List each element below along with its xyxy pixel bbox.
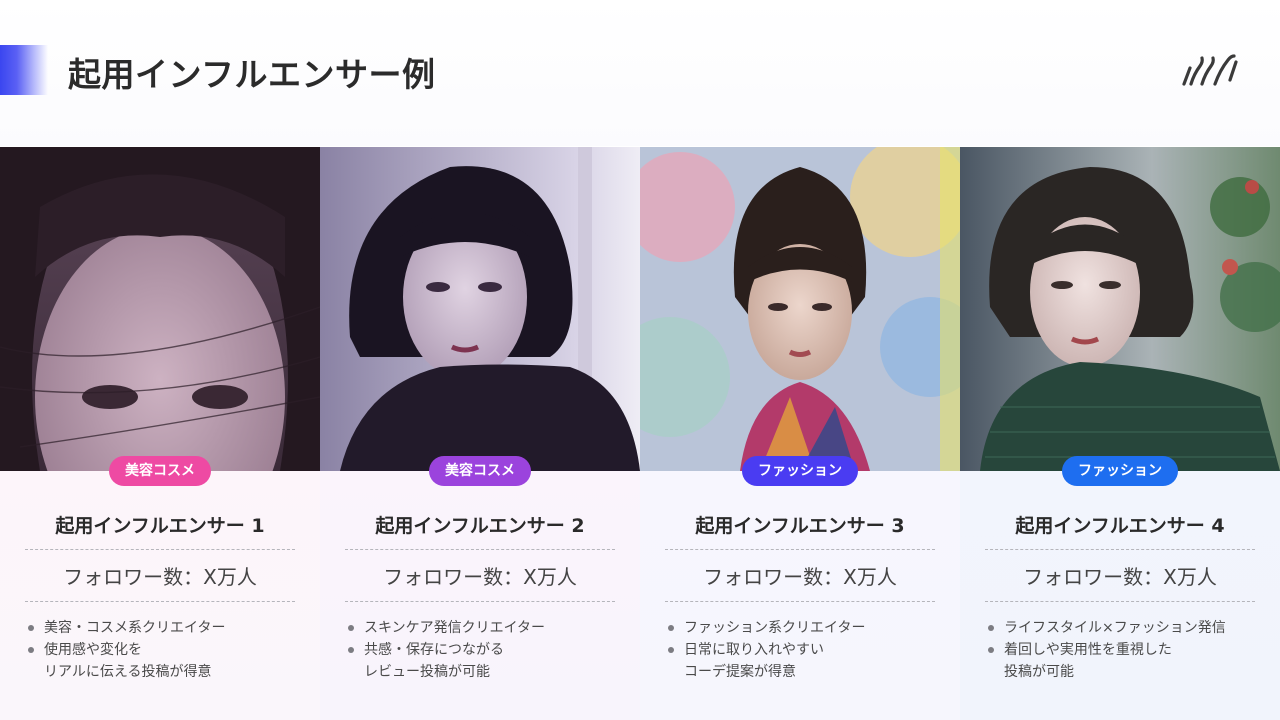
brand-logo-icon <box>1182 54 1238 86</box>
portrait-photo-icon <box>320 147 640 471</box>
follower-count: フォロワー数：X万人 <box>703 565 897 589</box>
influencer-name: 起用インフルエンサー 4 <box>1015 515 1225 537</box>
portrait-photo-icon <box>960 147 1280 471</box>
feature-list: 美容・コスメ系クリエイター 使用感や変化を リアルに伝える投稿が得意 <box>26 617 316 683</box>
influencer-name: 起用インフルエンサー 2 <box>375 515 585 537</box>
feature-list: ファッション系クリエイター 日常に取り入れやすい コーデ提案が得意 <box>666 617 956 683</box>
influencer-card-2[interactable]: 美容コスメ 起用インフルエンサー 2 フォロワー数：X万人 スキンケア発信クリエ… <box>320 147 640 720</box>
influencer-cards: 美容コスメ 起用インフルエンサー 1 フォロワー数：X万人 美容・コスメ系クリエ… <box>0 147 1280 720</box>
follower-count: フォロワー数：X万人 <box>63 565 257 589</box>
portrait-photo-icon <box>640 147 960 471</box>
divider <box>345 601 615 602</box>
feature-list: スキンケア発信クリエイター 共感・保存につながる レビュー投稿が可能 <box>346 617 636 683</box>
follower-count: フォロワー数：X万人 <box>1023 565 1217 589</box>
influencer-name: 起用インフルエンサー 1 <box>55 515 265 537</box>
influencer-card-1[interactable]: 美容コスメ 起用インフルエンサー 1 フォロワー数：X万人 美容・コスメ系クリエ… <box>0 147 320 720</box>
list-item: 美容・コスメ系クリエイター <box>26 617 316 639</box>
list-item: 着回しや実用性を重視した 投稿が可能 <box>986 639 1276 683</box>
divider <box>345 549 615 550</box>
page-title: 起用インフルエンサー例 <box>68 55 436 94</box>
slide: 起用インフルエンサー例 美容コスメ 起用インフルエンサー 1 フォロワー数：X万… <box>0 0 1280 720</box>
category-tag: ファッション <box>742 456 858 486</box>
divider <box>985 601 1255 602</box>
influencer-card-4[interactable]: ファッション 起用インフルエンサー 4 フォロワー数：X万人 ライフスタイル×フ… <box>960 147 1280 720</box>
divider <box>665 601 935 602</box>
divider <box>985 549 1255 550</box>
list-item: 共感・保存につながる レビュー投稿が可能 <box>346 639 636 683</box>
title-accent-bar <box>0 45 48 95</box>
category-tag: ファッション <box>1062 456 1178 486</box>
portrait-photo-icon <box>0 147 320 471</box>
list-item: 使用感や変化を リアルに伝える投稿が得意 <box>26 639 316 683</box>
divider <box>25 601 295 602</box>
category-tag: 美容コスメ <box>429 456 531 486</box>
list-item: ライフスタイル×ファッション発信 <box>986 617 1276 639</box>
category-tag: 美容コスメ <box>109 456 211 486</box>
influencer-card-3[interactable]: ファッション 起用インフルエンサー 3 フォロワー数：X万人 ファッション系クリ… <box>640 147 960 720</box>
feature-list: ライフスタイル×ファッション発信 着回しや実用性を重視した 投稿が可能 <box>986 617 1276 683</box>
divider <box>25 549 295 550</box>
list-item: 日常に取り入れやすい コーデ提案が得意 <box>666 639 956 683</box>
influencer-name: 起用インフルエンサー 3 <box>695 515 905 537</box>
follower-count: フォロワー数：X万人 <box>383 565 577 589</box>
divider <box>665 549 935 550</box>
list-item: スキンケア発信クリエイター <box>346 617 636 639</box>
list-item: ファッション系クリエイター <box>666 617 956 639</box>
